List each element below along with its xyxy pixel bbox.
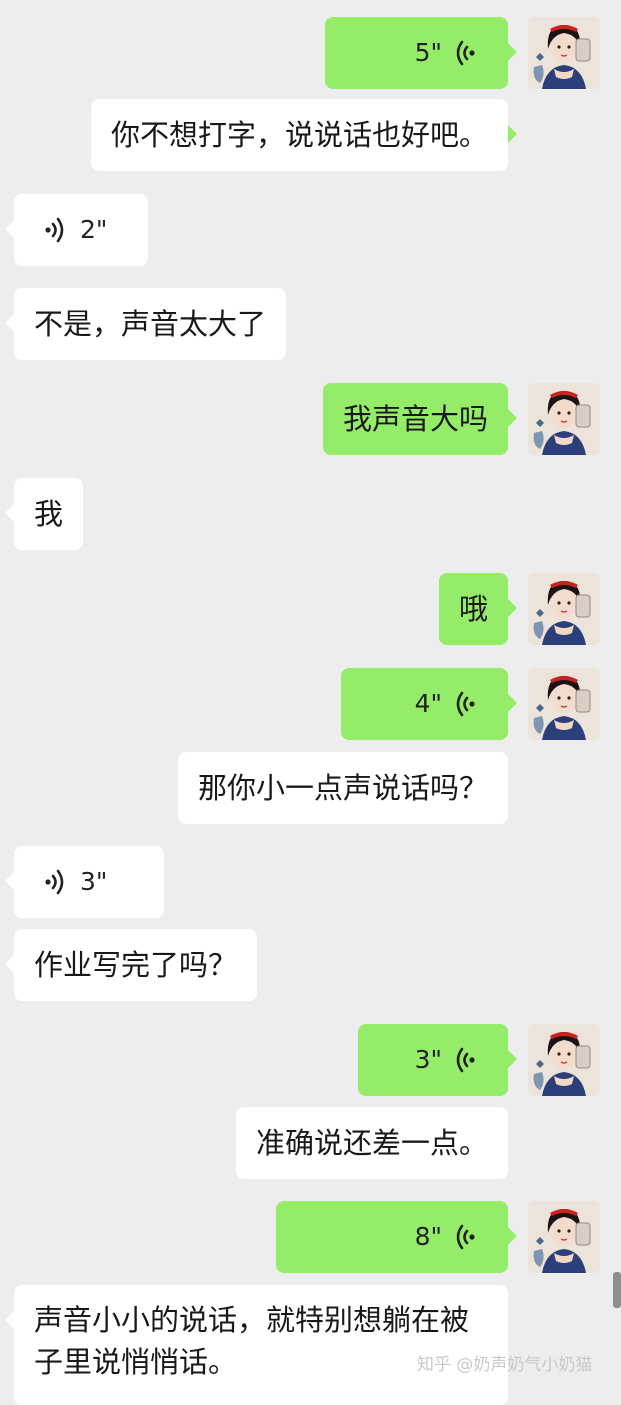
voice-wave-icon <box>452 690 476 718</box>
message-bubble[interactable]: 哦 <box>438 573 518 645</box>
avatar[interactable] <box>528 573 600 645</box>
message-text: 不是，声音太大了 <box>34 307 267 341</box>
message-bubble[interactable]: 那你小一点声说话吗？ <box>177 752 508 824</box>
message-bubble[interactable]: 我 <box>4 478 84 550</box>
message-text: 声音小小的说话，就特别想躺在被子里说悄悄话。 <box>34 1303 470 1379</box>
message-text: 我 <box>34 497 64 531</box>
message-text: 你不想打字，说说话也好吧。 <box>110 118 488 152</box>
voice-message-bubble[interactable]: 3" <box>358 1024 517 1096</box>
message-text: 我声音大吗 <box>342 402 488 436</box>
voice-wave-icon <box>452 39 476 67</box>
avatar[interactable] <box>528 383 600 455</box>
message-text: 准确说还差一点。 <box>255 1126 488 1160</box>
message-text: 作业写完了吗？ <box>34 948 238 982</box>
voice-duration: 3" <box>414 1045 442 1074</box>
voice-wave-icon <box>44 868 68 896</box>
avatar[interactable] <box>528 668 600 740</box>
voice-duration: 2" <box>80 215 108 244</box>
voice-message-bubble[interactable]: 2" <box>5 194 148 266</box>
message-bubble[interactable]: 作业写完了吗？ <box>4 929 258 1001</box>
voice-duration: 3" <box>80 867 108 896</box>
message-bubble[interactable]: 我声音大吗 <box>322 383 518 455</box>
message-text: 那你小一点声说话吗？ <box>197 771 488 805</box>
message-bubble[interactable]: 准确说还差一点。 <box>235 1107 508 1179</box>
message-text: 哦 <box>458 592 488 626</box>
watermark: 知乎 @奶声奶气小奶猫 <box>417 1355 593 1375</box>
message-bubble[interactable]: 不是，声音太大了 <box>4 288 287 360</box>
voice-wave-icon <box>452 1223 476 1251</box>
message-bubble[interactable]: 声音小小的说话，就特别想躺在被子里说悄悄话。 <box>5 1285 508 1405</box>
voice-message-bubble[interactable]: 5" <box>325 17 517 89</box>
voice-duration: 5" <box>414 38 442 67</box>
message-bubble[interactable]: 你不想打字，说说话也好吧。 <box>90 99 518 171</box>
voice-wave-icon <box>452 1046 476 1074</box>
voice-message-bubble[interactable]: 4" <box>341 668 517 740</box>
voice-wave-icon <box>44 216 68 244</box>
voice-message-bubble[interactable]: 8" <box>276 1201 517 1273</box>
avatar[interactable] <box>528 1201 600 1273</box>
avatar[interactable] <box>528 17 600 89</box>
voice-duration: 4" <box>414 689 442 718</box>
voice-message-bubble[interactable]: 3" <box>5 846 164 918</box>
voice-duration: 8" <box>414 1222 442 1251</box>
scrollbar-thumb[interactable] <box>613 1272 621 1308</box>
avatar[interactable] <box>528 1024 600 1096</box>
